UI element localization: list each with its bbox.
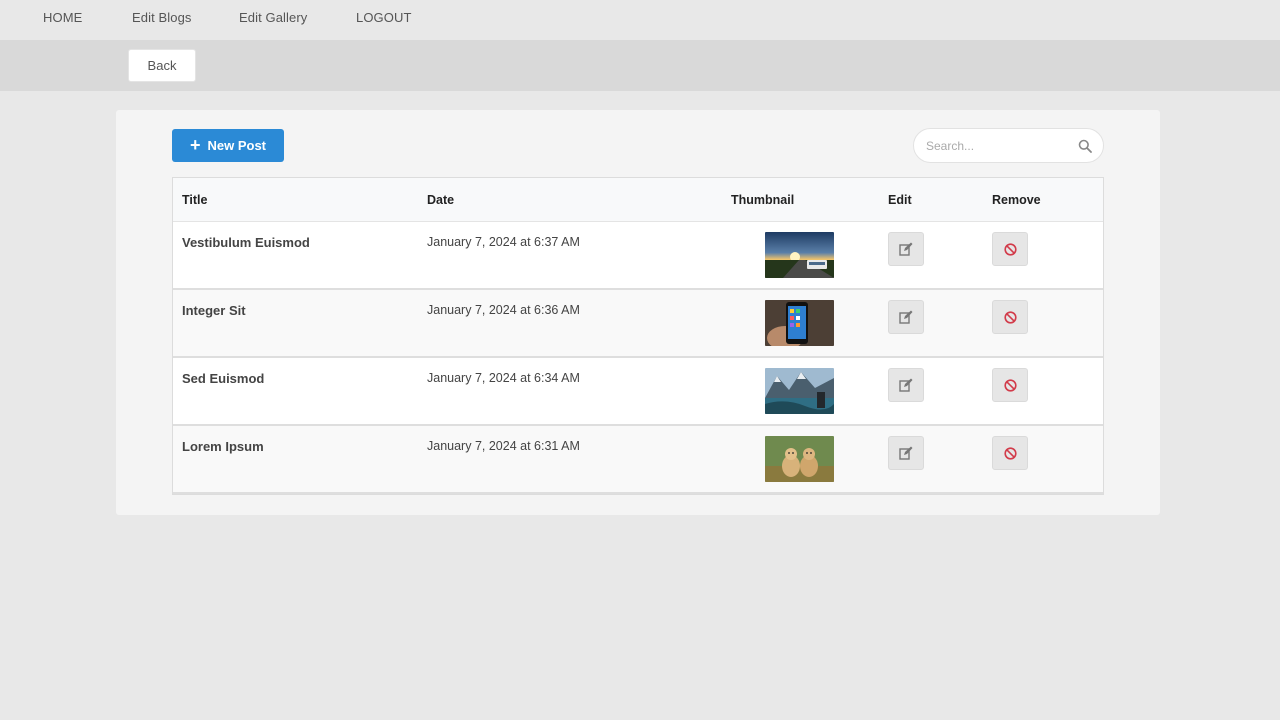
header-title: Title: [182, 193, 208, 207]
nav-edit-blogs-link[interactable]: Edit Blogs: [132, 10, 192, 26]
post-thumbnail: [765, 436, 834, 482]
edit-icon: [899, 310, 913, 324]
table-row: Lorem Ipsum January 7, 2024 at 6:31 AM: [173, 426, 1103, 494]
post-title: Integer Sit: [182, 303, 246, 318]
edit-button[interactable]: [888, 300, 924, 334]
edit-button[interactable]: [888, 436, 924, 470]
header-date: Date: [427, 193, 455, 207]
top-nav: HOME Edit Blogs Edit Gallery LOGOUT: [0, 0, 1280, 40]
post-thumbnail: [765, 232, 834, 278]
header-thumbnail: Thumbnail: [731, 193, 795, 207]
post-thumbnail: [765, 300, 834, 346]
ban-icon: [1003, 446, 1017, 460]
post-title: Sed Euismod: [182, 371, 265, 386]
ban-icon: [1003, 378, 1017, 392]
table-header: Title Date Thumbnail Edit Remove: [173, 178, 1103, 222]
nav-home-link[interactable]: HOME: [43, 10, 82, 26]
back-bar: Back: [0, 40, 1280, 91]
remove-button[interactable]: [992, 232, 1028, 266]
search-box: [913, 128, 1104, 163]
header-remove: Remove: [992, 193, 1041, 207]
post-date: January 7, 2024 at 6:36 AM: [427, 303, 580, 317]
edit-icon: [899, 242, 913, 256]
ban-icon: [1003, 310, 1017, 324]
table-row: Vestibulum Euismod January 7, 2024 at 6:…: [173, 222, 1103, 290]
plus-icon: +: [189, 134, 201, 155]
back-button[interactable]: Back: [128, 49, 196, 82]
edit-button[interactable]: [888, 232, 924, 266]
remove-button[interactable]: [992, 368, 1028, 402]
table-row: Integer Sit January 7, 2024 at 6:36 AM: [173, 290, 1103, 358]
post-date: January 7, 2024 at 6:34 AM: [427, 371, 580, 385]
remove-button[interactable]: [992, 436, 1028, 470]
post-thumbnail: [765, 368, 834, 414]
table-row: Sed Euismod January 7, 2024 at 6:34 AM: [173, 358, 1103, 426]
post-date: January 7, 2024 at 6:37 AM: [427, 235, 580, 249]
edit-icon: [899, 378, 913, 392]
nav-edit-gallery-link[interactable]: Edit Gallery: [239, 10, 307, 26]
header-edit: Edit: [888, 193, 912, 207]
ban-icon: [1003, 242, 1017, 256]
edit-button[interactable]: [888, 368, 924, 402]
nav-logout-link[interactable]: LOGOUT: [356, 10, 412, 26]
remove-button[interactable]: [992, 300, 1028, 334]
posts-panel: + New Post Title Date Thumbnail Edit Rem…: [116, 110, 1160, 515]
edit-icon: [899, 446, 913, 460]
search-icon[interactable]: [1078, 139, 1092, 153]
post-title: Vestibulum Euismod: [182, 235, 310, 250]
new-post-label: New Post: [207, 138, 267, 153]
posts-table: Title Date Thumbnail Edit Remove Vestibu…: [172, 177, 1104, 495]
search-input[interactable]: [926, 137, 1076, 155]
post-title: Lorem Ipsum: [182, 439, 264, 454]
new-post-button[interactable]: + New Post: [172, 129, 284, 162]
post-date: January 7, 2024 at 6:31 AM: [427, 439, 580, 453]
